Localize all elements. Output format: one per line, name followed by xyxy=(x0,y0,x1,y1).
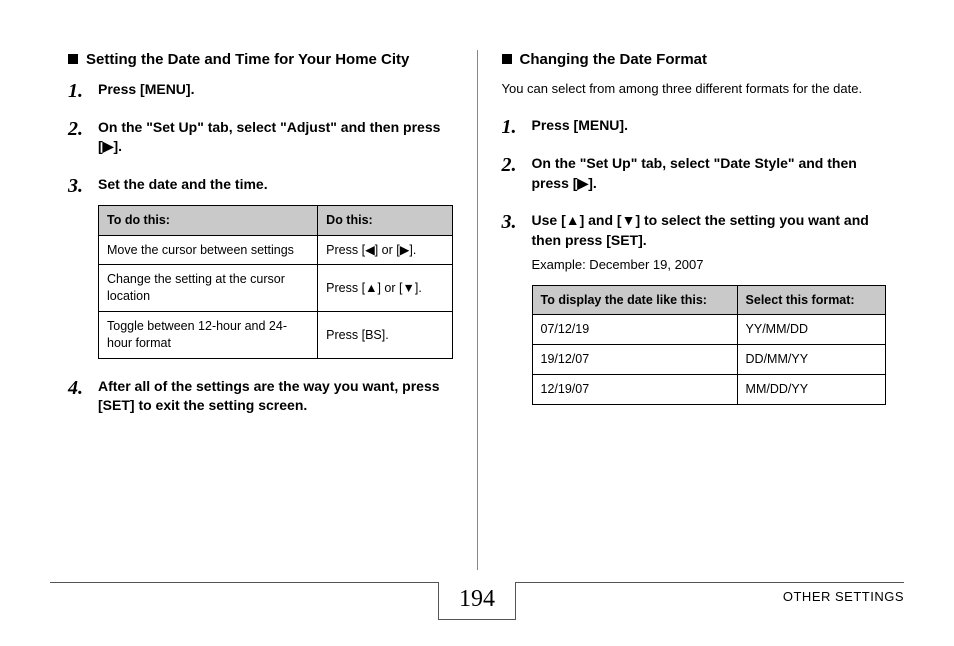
cell-action: Toggle between 12-hour and 24-hour forma… xyxy=(99,312,318,359)
cell-instruction: Press [◀] or [▶]. xyxy=(318,235,452,265)
right-arrow-icon: ▶ xyxy=(400,243,410,257)
heading-text: Setting the Date and Time for Your Home … xyxy=(86,50,409,70)
cell-action: Move the cursor between settings xyxy=(99,235,318,265)
txt: Press [ xyxy=(326,243,365,257)
cell-display: 12/19/07 xyxy=(532,375,737,405)
steps-list-right: Press [MENU]. On the "Set Up" tab, selec… xyxy=(502,116,887,405)
th-display: To display the date like this: xyxy=(532,285,737,315)
step-text-a: Use [ xyxy=(532,212,566,228)
step-text-a: On the "Set Up" tab, select "Adjust" and… xyxy=(98,119,440,155)
table-row: 07/12/19 YY/MM/DD xyxy=(532,315,886,345)
heading-text: Changing the Date Format xyxy=(520,50,708,70)
column-divider xyxy=(477,50,478,570)
table-row: 12/19/07 MM/DD/YY xyxy=(532,375,886,405)
up-arrow-icon: ▲ xyxy=(566,212,580,228)
right-column: Changing the Date Format You can select … xyxy=(484,40,905,570)
txt: ] or [ xyxy=(377,281,402,295)
two-column-layout: Setting the Date and Time for Your Home … xyxy=(50,40,904,570)
down-arrow-icon: ▼ xyxy=(402,281,414,295)
cell-format: DD/MM/YY xyxy=(737,345,885,375)
intro-text: You can select from among three differen… xyxy=(502,80,887,98)
table-row: 19/12/07 DD/MM/YY xyxy=(532,345,886,375)
step-1: Press [MENU]. xyxy=(68,80,453,100)
step-text-b: ] and [ xyxy=(580,212,622,228)
table-header-row: To display the date like this: Select th… xyxy=(532,285,886,315)
th-instruction: Do this: xyxy=(318,205,452,235)
step-text: Press [MENU]. xyxy=(98,81,194,97)
date-format-table: To display the date like this: Select th… xyxy=(532,285,887,406)
step-text-b: ]. xyxy=(113,138,122,154)
table-row: Move the cursor between settings Press [… xyxy=(99,235,453,265)
step-3: Set the date and the time. To do this: D… xyxy=(68,175,453,359)
example-text: Example: December 19, 2007 xyxy=(532,256,887,274)
th-action: To do this: xyxy=(99,205,318,235)
cell-display: 07/12/19 xyxy=(532,315,737,345)
section-heading-left: Setting the Date and Time for Your Home … xyxy=(68,50,453,70)
step-2: On the "Set Up" tab, select "Adjust" and… xyxy=(68,118,453,157)
down-arrow-icon: ▼ xyxy=(622,212,636,228)
txt: ] or [ xyxy=(375,243,400,257)
manual-page: Setting the Date and Time for Your Home … xyxy=(0,0,954,646)
cell-format: MM/DD/YY xyxy=(737,375,885,405)
right-arrow-icon: ▶ xyxy=(103,138,114,154)
cell-action: Change the setting at the cursor locatio… xyxy=(99,265,318,312)
section-heading-right: Changing the Date Format xyxy=(502,50,887,70)
txt: Press [ xyxy=(326,281,365,295)
steps-list-left: Press [MENU]. On the "Set Up" tab, selec… xyxy=(68,80,453,416)
step-text: After all of the settings are the way yo… xyxy=(98,378,440,414)
settings-actions-table: To do this: Do this: Move the cursor bet… xyxy=(98,205,453,359)
table-row: Change the setting at the cursor locatio… xyxy=(99,265,453,312)
page-footer: 194 OTHER SETTINGS xyxy=(50,582,904,622)
step-1: Press [MENU]. xyxy=(502,116,887,136)
footer-rule: 194 OTHER SETTINGS xyxy=(50,582,904,622)
cell-instruction: Press [BS]. xyxy=(318,312,452,359)
cell-format: YY/MM/DD xyxy=(737,315,885,345)
step-text-b: ]. xyxy=(588,175,597,191)
step-2: On the "Set Up" tab, select "Date Style"… xyxy=(502,154,887,193)
cell-instruction: Press [▲] or [▼]. xyxy=(318,265,452,312)
step-text: Set the date and the time. xyxy=(98,176,268,192)
square-bullet-icon xyxy=(68,54,78,64)
step-4: After all of the settings are the way yo… xyxy=(68,377,453,416)
left-arrow-icon: ◀ xyxy=(365,243,375,257)
table-row: Toggle between 12-hour and 24-hour forma… xyxy=(99,312,453,359)
cell-display: 19/12/07 xyxy=(532,345,737,375)
step-text: Press [MENU]. xyxy=(532,117,628,133)
up-arrow-icon: ▲ xyxy=(365,281,377,295)
left-column: Setting the Date and Time for Your Home … xyxy=(50,40,471,570)
th-format: Select this format: xyxy=(737,285,885,315)
square-bullet-icon xyxy=(502,54,512,64)
footer-section-label: OTHER SETTINGS xyxy=(783,589,904,604)
step-3: Use [▲] and [▼] to select the setting yo… xyxy=(502,211,887,405)
page-number: 194 xyxy=(438,582,516,620)
table-header-row: To do this: Do this: xyxy=(99,205,453,235)
right-arrow-icon: ▶ xyxy=(577,175,588,191)
txt: ]. xyxy=(409,243,416,257)
txt: ]. xyxy=(415,281,422,295)
